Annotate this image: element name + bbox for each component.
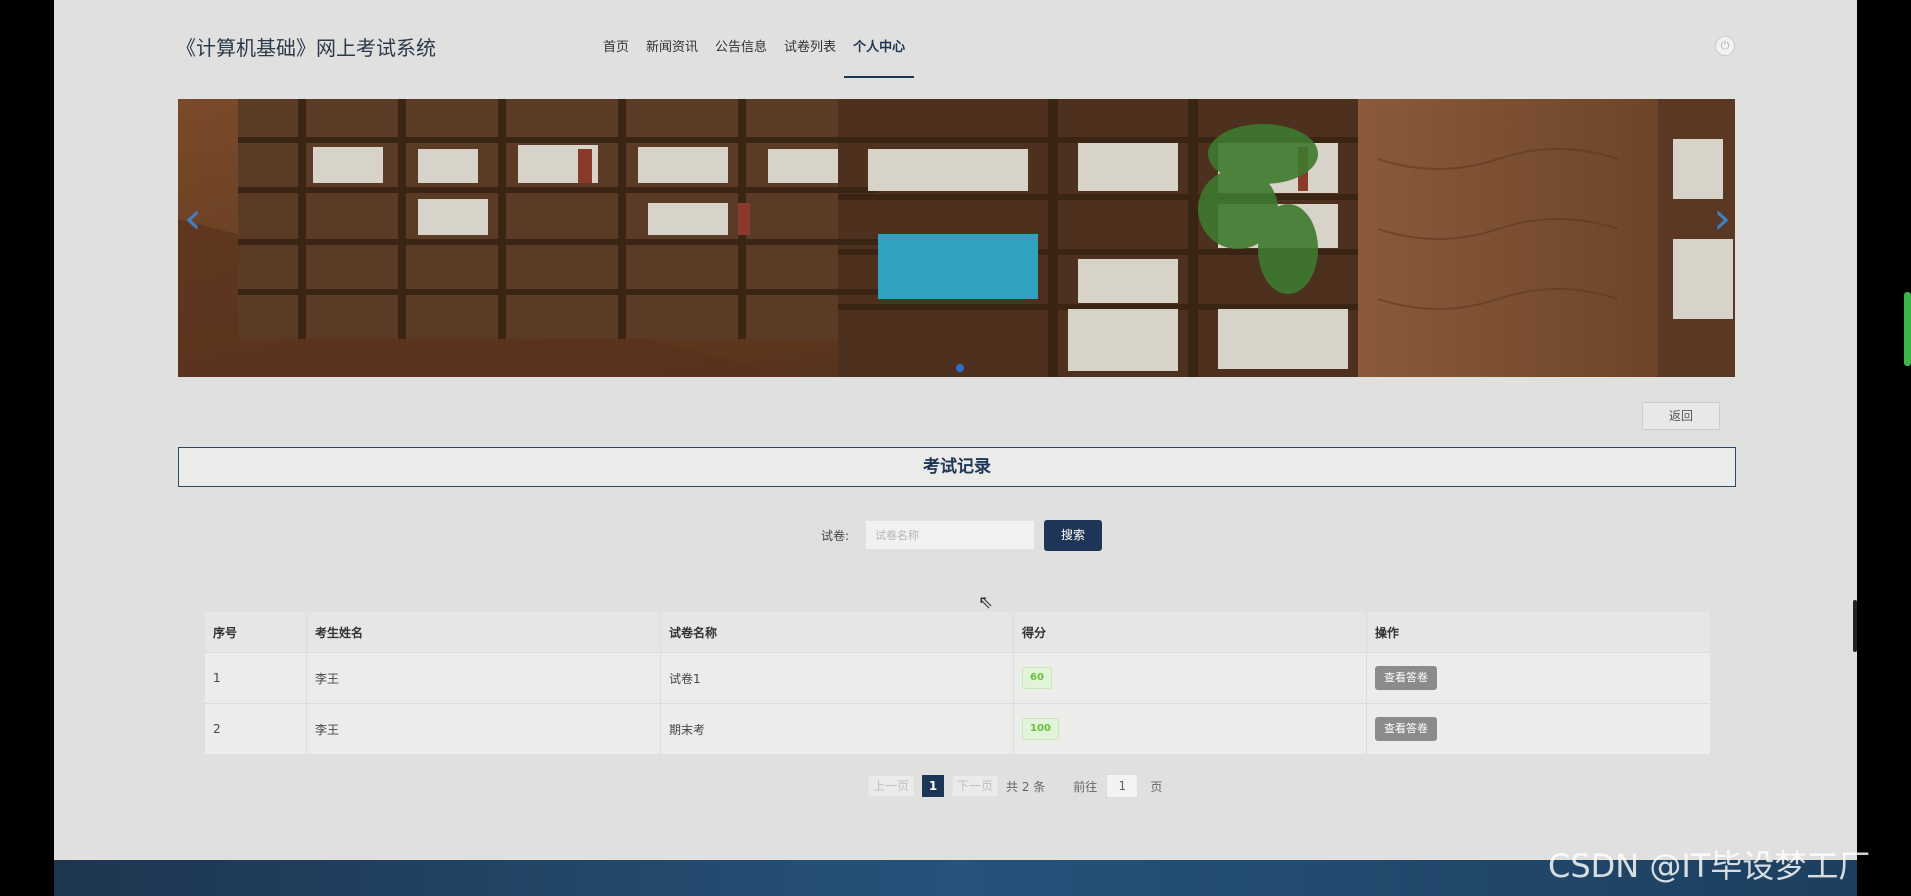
next-slide-arrow-icon[interactable]: ›	[1713, 197, 1731, 241]
banner-carousel: ‹ ›	[178, 99, 1735, 377]
prev-slide-arrow-icon[interactable]: ‹	[184, 197, 202, 241]
row-index: 2	[205, 703, 307, 754]
search-button[interactable]: 搜索	[1044, 520, 1102, 551]
page-number-current[interactable]: 1	[922, 775, 945, 797]
table-header-row: 序号 考生姓名 试卷名称 得分 操作	[205, 612, 1710, 653]
view-answer-button[interactable]: 查看答卷	[1375, 717, 1437, 741]
section-title: 考试记录	[178, 447, 1736, 487]
nav-personal-center[interactable]: 个人中心	[844, 0, 915, 78]
power-icon[interactable]: ⏻	[1715, 36, 1735, 56]
next-page-button[interactable]: 下一页	[952, 775, 999, 797]
goto-page-input[interactable]: 1	[1106, 774, 1139, 798]
header-paper-name: 试卷名称	[660, 612, 1014, 653]
row-score-cell: 60	[1013, 652, 1367, 704]
header-index: 序号	[205, 612, 307, 653]
header-score: 得分	[1013, 612, 1367, 653]
mouse-cursor-icon: ⇖	[978, 592, 994, 613]
table-row: 1 李王 试卷1 60 查看答卷	[205, 652, 1710, 704]
row-score-cell: 100	[1013, 703, 1367, 754]
row-student-name: 李王	[306, 652, 661, 704]
main-nav: 首页 新闻资讯 公告信息 试卷列表 个人中心	[603, 0, 931, 78]
nav-news[interactable]: 新闻资讯	[646, 0, 698, 78]
row-index: 1	[205, 652, 307, 704]
prev-page-button[interactable]: 上一页	[868, 775, 915, 797]
row-actions-cell: 查看答卷	[1366, 652, 1710, 704]
row-paper-name: 期末考	[660, 703, 1014, 754]
watermark: CSDN @IT毕设梦工厂	[1548, 847, 1871, 885]
header-actions: 操作	[1366, 612, 1710, 653]
table-row: 2 李王 期末考 100 查看答卷	[205, 703, 1710, 754]
view-answer-button[interactable]: 查看答卷	[1375, 666, 1437, 690]
header-student-name: 考生姓名	[306, 612, 661, 653]
banner-image	[178, 99, 1735, 377]
score-badge: 100	[1022, 718, 1059, 740]
row-paper-name: 试卷1	[660, 652, 1014, 704]
nav-notices[interactable]: 公告信息	[715, 0, 767, 78]
carousel-indicator-dot[interactable]	[956, 364, 964, 372]
goto-label: 前往	[1073, 779, 1098, 794]
search-label: 试卷:	[821, 529, 850, 543]
pagination: 上一页 1 下一页 共 2 条 前往 1 页	[868, 774, 1163, 798]
paper-search-input[interactable]	[865, 520, 1035, 550]
nav-home[interactable]: 首页	[603, 0, 629, 78]
page-suffix: 页	[1150, 779, 1163, 794]
row-student-name: 李王	[306, 703, 661, 754]
scroll-handle[interactable]	[1904, 292, 1911, 366]
page: 《计算机基础》网上考试系统 首页 新闻资讯 公告信息 试卷列表 个人中心 ⏻ ‹…	[54, 0, 1857, 896]
scrollbar-thumb[interactable]	[1853, 600, 1857, 652]
exam-records-table: 序号 考生姓名 试卷名称 得分 操作 1 李王 试卷1 60 查看答卷 2 李王…	[205, 612, 1710, 754]
back-button[interactable]: 返回	[1642, 402, 1720, 430]
score-badge: 60	[1022, 667, 1052, 689]
total-count: 共 2 条	[1006, 779, 1046, 794]
site-title: 《计算机基础》网上考试系统	[176, 36, 436, 60]
row-actions-cell: 查看答卷	[1366, 703, 1710, 754]
nav-papers[interactable]: 试卷列表	[784, 0, 836, 78]
